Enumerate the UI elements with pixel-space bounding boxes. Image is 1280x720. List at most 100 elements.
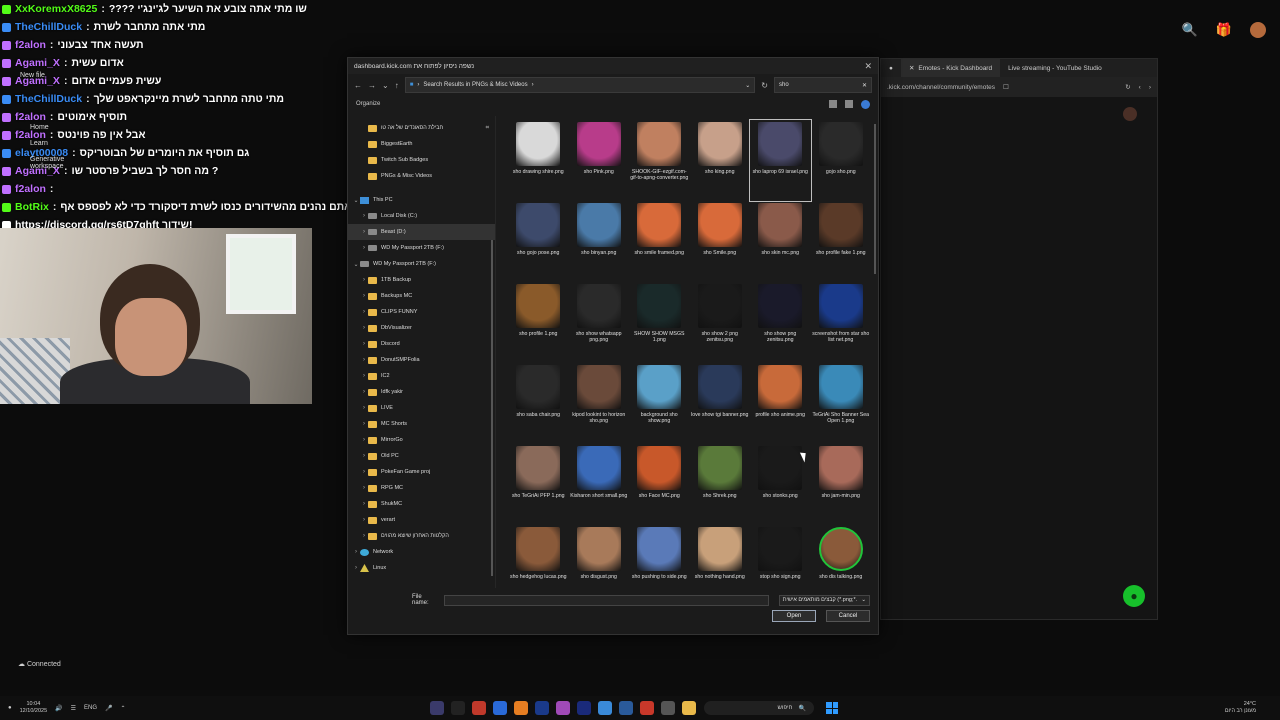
refresh-icon[interactable]: ↻ <box>761 81 768 90</box>
chrome-app-icon[interactable] <box>472 701 486 715</box>
chevron-right-icon[interactable]: › <box>360 453 368 459</box>
chevron-right-icon[interactable]: › <box>360 405 368 411</box>
tree-item[interactable]: חבילת הסאונדים של אה טו ⌗ <box>348 120 495 136</box>
chat-username[interactable]: f2alon <box>15 180 46 198</box>
explorer-app-icon[interactable] <box>682 701 696 715</box>
file-tile[interactable]: sho profile fake 1.png <box>811 201 872 282</box>
mic-icon[interactable]: 🎤 <box>105 705 112 712</box>
address-bar[interactable]: .kick.com/channel/community/emotes ☐ ↻ ‹… <box>881 77 1157 97</box>
chat-username[interactable]: TheChillDuck <box>15 18 82 36</box>
file-tile[interactable]: sho show whatsapp png.png <box>569 282 630 363</box>
obs-app-icon[interactable] <box>430 701 444 715</box>
tree-item[interactable]: › DonutSMPFolia <box>348 352 495 368</box>
file-tile[interactable]: sho binyan.png <box>569 201 630 282</box>
tree-item[interactable]: › MC Shorts <box>348 416 495 432</box>
file-tile[interactable]: sho dis talking.png <box>811 525 872 588</box>
file-tile[interactable]: sho drawing shire.png <box>508 120 569 201</box>
chevron-right-icon[interactable]: › <box>360 293 368 299</box>
search-input[interactable]: sho ✕ <box>774 77 872 93</box>
browser-tab-more[interactable]: ● <box>881 59 901 77</box>
cancel-button[interactable]: Cancel <box>826 610 870 622</box>
gift-icon[interactable]: 🎁 <box>1216 22 1232 38</box>
grid-scrollbar[interactable] <box>874 124 876 274</box>
weather-widget[interactable]: 24°C מעונן רב היום <box>1225 701 1256 715</box>
reload-icon[interactable]: ↻ <box>1125 83 1130 91</box>
chevron-right-icon[interactable]: › <box>360 421 368 427</box>
file-tile[interactable]: love show tgi banner.png <box>690 363 751 444</box>
file-tile[interactable]: sho disgust.png <box>569 525 630 588</box>
premiere-app-icon[interactable] <box>556 701 570 715</box>
taskbar-search[interactable]: חיפוש 🔍 <box>704 701 814 715</box>
search-icon[interactable]: 🔍 <box>1182 22 1198 38</box>
tree-item[interactable]: Twitch Sub Badges <box>348 152 495 168</box>
desktop-shortcut[interactable]: Generative workspace <box>30 156 68 170</box>
file-tile[interactable]: Kisharon short small.png <box>569 444 630 525</box>
tree-item[interactable]: › Old PC <box>348 448 495 464</box>
desktop-shortcut[interactable]: Learn <box>30 140 48 147</box>
chat-username[interactable]: XxKoremxX8625 <box>15 0 97 18</box>
chat-username[interactable]: BotRix <box>15 198 49 216</box>
file-tile[interactable]: gojo sho.png <box>811 120 872 201</box>
avatar[interactable] <box>1250 22 1266 38</box>
chevron-right-icon[interactable]: › <box>360 389 368 395</box>
file-tile[interactable]: SHOW SHOW MSGS 1.png <box>629 282 690 363</box>
pr-app-icon[interactable] <box>577 701 591 715</box>
chevron-right-icon[interactable]: › <box>360 229 368 235</box>
bookmark-icon[interactable]: ☐ <box>1003 83 1009 91</box>
path-bar[interactable]: ■ › Search Results in PNGs & Misc Videos… <box>404 77 756 93</box>
chevron-right-icon[interactable]: › <box>360 357 368 363</box>
network-icon[interactable]: ☰ <box>71 705 76 712</box>
back-icon[interactable]: ‹ <box>1139 84 1141 91</box>
view-mode-icon[interactable] <box>829 99 837 108</box>
tree-item[interactable]: › verart <box>348 512 495 528</box>
tray-overflow-icon[interactable]: ⌃ <box>121 705 126 712</box>
chevron-right-icon[interactable]: › <box>360 437 368 443</box>
file-tile[interactable]: sho show 2 png zenitsu.png <box>690 282 751 363</box>
support-chat-icon[interactable]: ● <box>1123 585 1145 607</box>
filename-input[interactable] <box>443 594 769 606</box>
chevron-right-icon[interactable]: › <box>360 325 368 331</box>
chevron-right-icon[interactable]: › <box>360 501 368 507</box>
file-tile[interactable]: sho Smile.png <box>690 201 751 282</box>
file-tile[interactable]: screenshot from star sho list net.png <box>811 282 872 363</box>
file-tile[interactable]: sho pushing to side.png <box>629 525 690 588</box>
file-tile[interactable]: sho hedgehog lucas.png <box>508 525 569 588</box>
filetype-select[interactable]: קבצים מותאמים אישית (*.png;*. ⌄ <box>778 594 870 606</box>
chevron-down-icon[interactable]: ⌄ <box>352 197 360 204</box>
chevron-right-icon[interactable]: › <box>360 341 368 347</box>
chat-username[interactable]: f2alon <box>15 36 46 54</box>
tree-item[interactable]: › Idfk yakir <box>348 384 495 400</box>
file-tile[interactable]: sho smile framed.png <box>629 201 690 282</box>
ae-app-icon[interactable] <box>535 701 549 715</box>
tree-item[interactable]: PNGs & Misc Videos <box>348 168 495 184</box>
tree-item[interactable]: › DbVisualizer <box>348 320 495 336</box>
forward-icon[interactable]: › <box>1149 84 1151 91</box>
store-app-icon[interactable] <box>661 701 675 715</box>
file-tile[interactable]: stop sho sign.png <box>750 525 811 588</box>
file-tile[interactable]: sho king.png <box>690 120 751 201</box>
preview-pane-icon[interactable] <box>845 99 853 108</box>
volume-icon[interactable]: 🔊 <box>55 705 62 712</box>
notification-icon[interactable]: ● <box>8 705 12 711</box>
chevron-right-icon[interactable]: › <box>360 213 368 219</box>
tab-kick-emotes[interactable]: ✕ Emotes - Kick Dashboard <box>900 59 1001 77</box>
x-app-icon[interactable] <box>451 701 465 715</box>
recent-dropdown-icon[interactable]: ⌄ <box>382 81 389 90</box>
chevron-right-icon[interactable]: › <box>352 549 360 555</box>
language-indicator[interactable]: ENG <box>84 705 97 711</box>
chat-username[interactable]: TheChillDuck <box>15 90 82 108</box>
discord-app-icon[interactable] <box>598 701 612 715</box>
tree-item[interactable]: › Network <box>348 544 495 560</box>
chevron-right-icon[interactable]: › <box>360 277 368 283</box>
file-tile[interactable]: sho skin mc.png <box>750 201 811 282</box>
tree-item[interactable]: › PokeFan Game proj <box>348 464 495 480</box>
chevron-right-icon[interactable]: › <box>360 469 368 475</box>
tree-item[interactable]: BiggestEarth <box>348 136 495 152</box>
desktop-shortcut[interactable]: Home <box>30 124 49 131</box>
file-tile[interactable]: sho Pink.png <box>569 120 630 201</box>
chevron-down-icon[interactable]: ⌄ <box>745 82 750 89</box>
tree-item[interactable]: › RPG MC <box>348 480 495 496</box>
chevron-right-icon[interactable]: › <box>360 309 368 315</box>
clear-search-icon[interactable]: ✕ <box>862 82 867 89</box>
help-icon[interactable] <box>861 99 870 109</box>
